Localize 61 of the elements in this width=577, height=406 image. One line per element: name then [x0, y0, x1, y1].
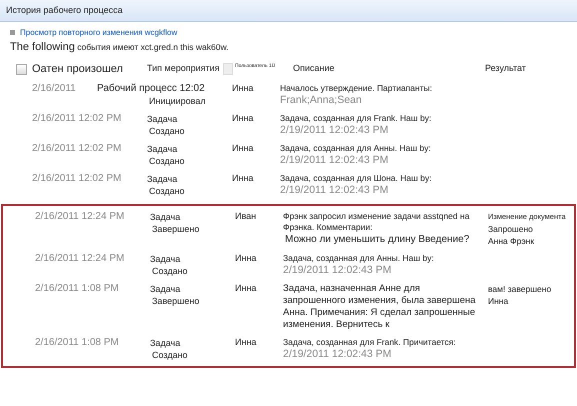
event-type: Рабочий процесс 12:02 [97, 82, 205, 95]
result-text: Запрошено [488, 222, 534, 235]
event-type: Задача [150, 282, 182, 295]
description-text: Задача, созданная для Анны. Наш by: [280, 142, 432, 154]
description-detail: Frank;Anna;Sean [280, 94, 363, 106]
user-name: Иван [235, 210, 256, 222]
column-icon [223, 63, 233, 76]
event-type: Задача [150, 210, 182, 223]
comment-text: Можно ли уменьшить длину Введение? [284, 232, 470, 246]
event-date: 2/16/2011 12:02 PM [32, 142, 122, 155]
column-header: Тип мероприятия [147, 62, 220, 74]
event-type: Создано [148, 124, 186, 137]
user-name: Инна [232, 112, 254, 124]
result-text: вам! завершено [488, 282, 552, 295]
event-date: 2/16/2011 12:02 PM [32, 172, 122, 185]
intro-text: The following события имеют xct.gred.n this wak60w. [10, 40, 230, 54]
description-text: Задача, созданная для Frank. Причитается: [283, 336, 457, 348]
description-text: Началось утверждение. Партиапанты: [280, 82, 434, 94]
panel-title: История рабочего процесса [0, 0, 577, 22]
description-text: Задача, созданная для Frank. Наш by: [280, 112, 432, 124]
event-type: Задача [147, 142, 178, 155]
result-text: Анна Фрэнк [488, 234, 536, 247]
event-type: Задача [147, 172, 178, 185]
event-type: Создано [148, 154, 186, 167]
event-date: 2/16/2011 12:02 PM [32, 112, 122, 125]
description-detail: 2/19/2011 12:02:43 PM [280, 154, 390, 166]
column-header: Описание [293, 62, 334, 74]
event-date: 2/16/2011 12:24 PM [35, 210, 124, 223]
description-detail: 2/19/2011 12:02:43 PM [283, 348, 392, 360]
description-detail: 2/19/2011 12:02:43 PM [280, 184, 390, 196]
description-text: Задача, созданная для Анны. Наш by: [283, 252, 435, 264]
user-name: Инна [232, 172, 254, 184]
description-detail: 2/19/2011 12:02:43 PM [280, 124, 390, 136]
event-type: Задача [147, 112, 178, 125]
event-date: 2/16/2011 1:08 PM [35, 282, 119, 295]
user-name: Инна [235, 336, 256, 348]
column-header: Результат [485, 62, 526, 74]
user-name: Инна [235, 252, 256, 264]
description-text: Задача, назначенная Анне для запрошенного изменения, была завершена Анна. Примечания: Я сделал запрошенные изменения. Вернитесь к [283, 282, 477, 331]
event-date: 2/16/2011 12:24 PM [35, 252, 124, 265]
event-type: Создано [151, 264, 189, 277]
event-type: Завершено [151, 222, 200, 235]
user-name: Инна [235, 282, 256, 294]
select-all-checkbox[interactable] [16, 64, 27, 75]
event-type: Инициировал [148, 94, 207, 107]
event-date: 2/16/2011 [32, 82, 76, 95]
result-text: Инна [488, 294, 510, 307]
description-detail: 2/19/2011 12:02:43 PM [283, 264, 392, 276]
view-link[interactable]: Просмотр повторного изменения wcgkflow [20, 28, 178, 38]
description-text: Задача, созданная для Шона. Наш by: [280, 172, 433, 184]
user-name: Инна [232, 82, 254, 94]
event-type: Создано [148, 184, 186, 197]
column-header: Оатен произошел [32, 62, 123, 76]
event-date: 2/16/2011 1:08 PM [35, 336, 119, 349]
event-type: Создано [151, 348, 189, 361]
event-type: Задача [150, 336, 182, 349]
event-type: Завершено [151, 294, 200, 307]
bullet-icon [10, 30, 15, 36]
user-name: Инна [232, 142, 254, 154]
description-text: Фрэнк запросил изменение задачи asstqned на Фрэнка. Комментарии: [283, 210, 470, 233]
event-type: Задача [150, 252, 182, 265]
